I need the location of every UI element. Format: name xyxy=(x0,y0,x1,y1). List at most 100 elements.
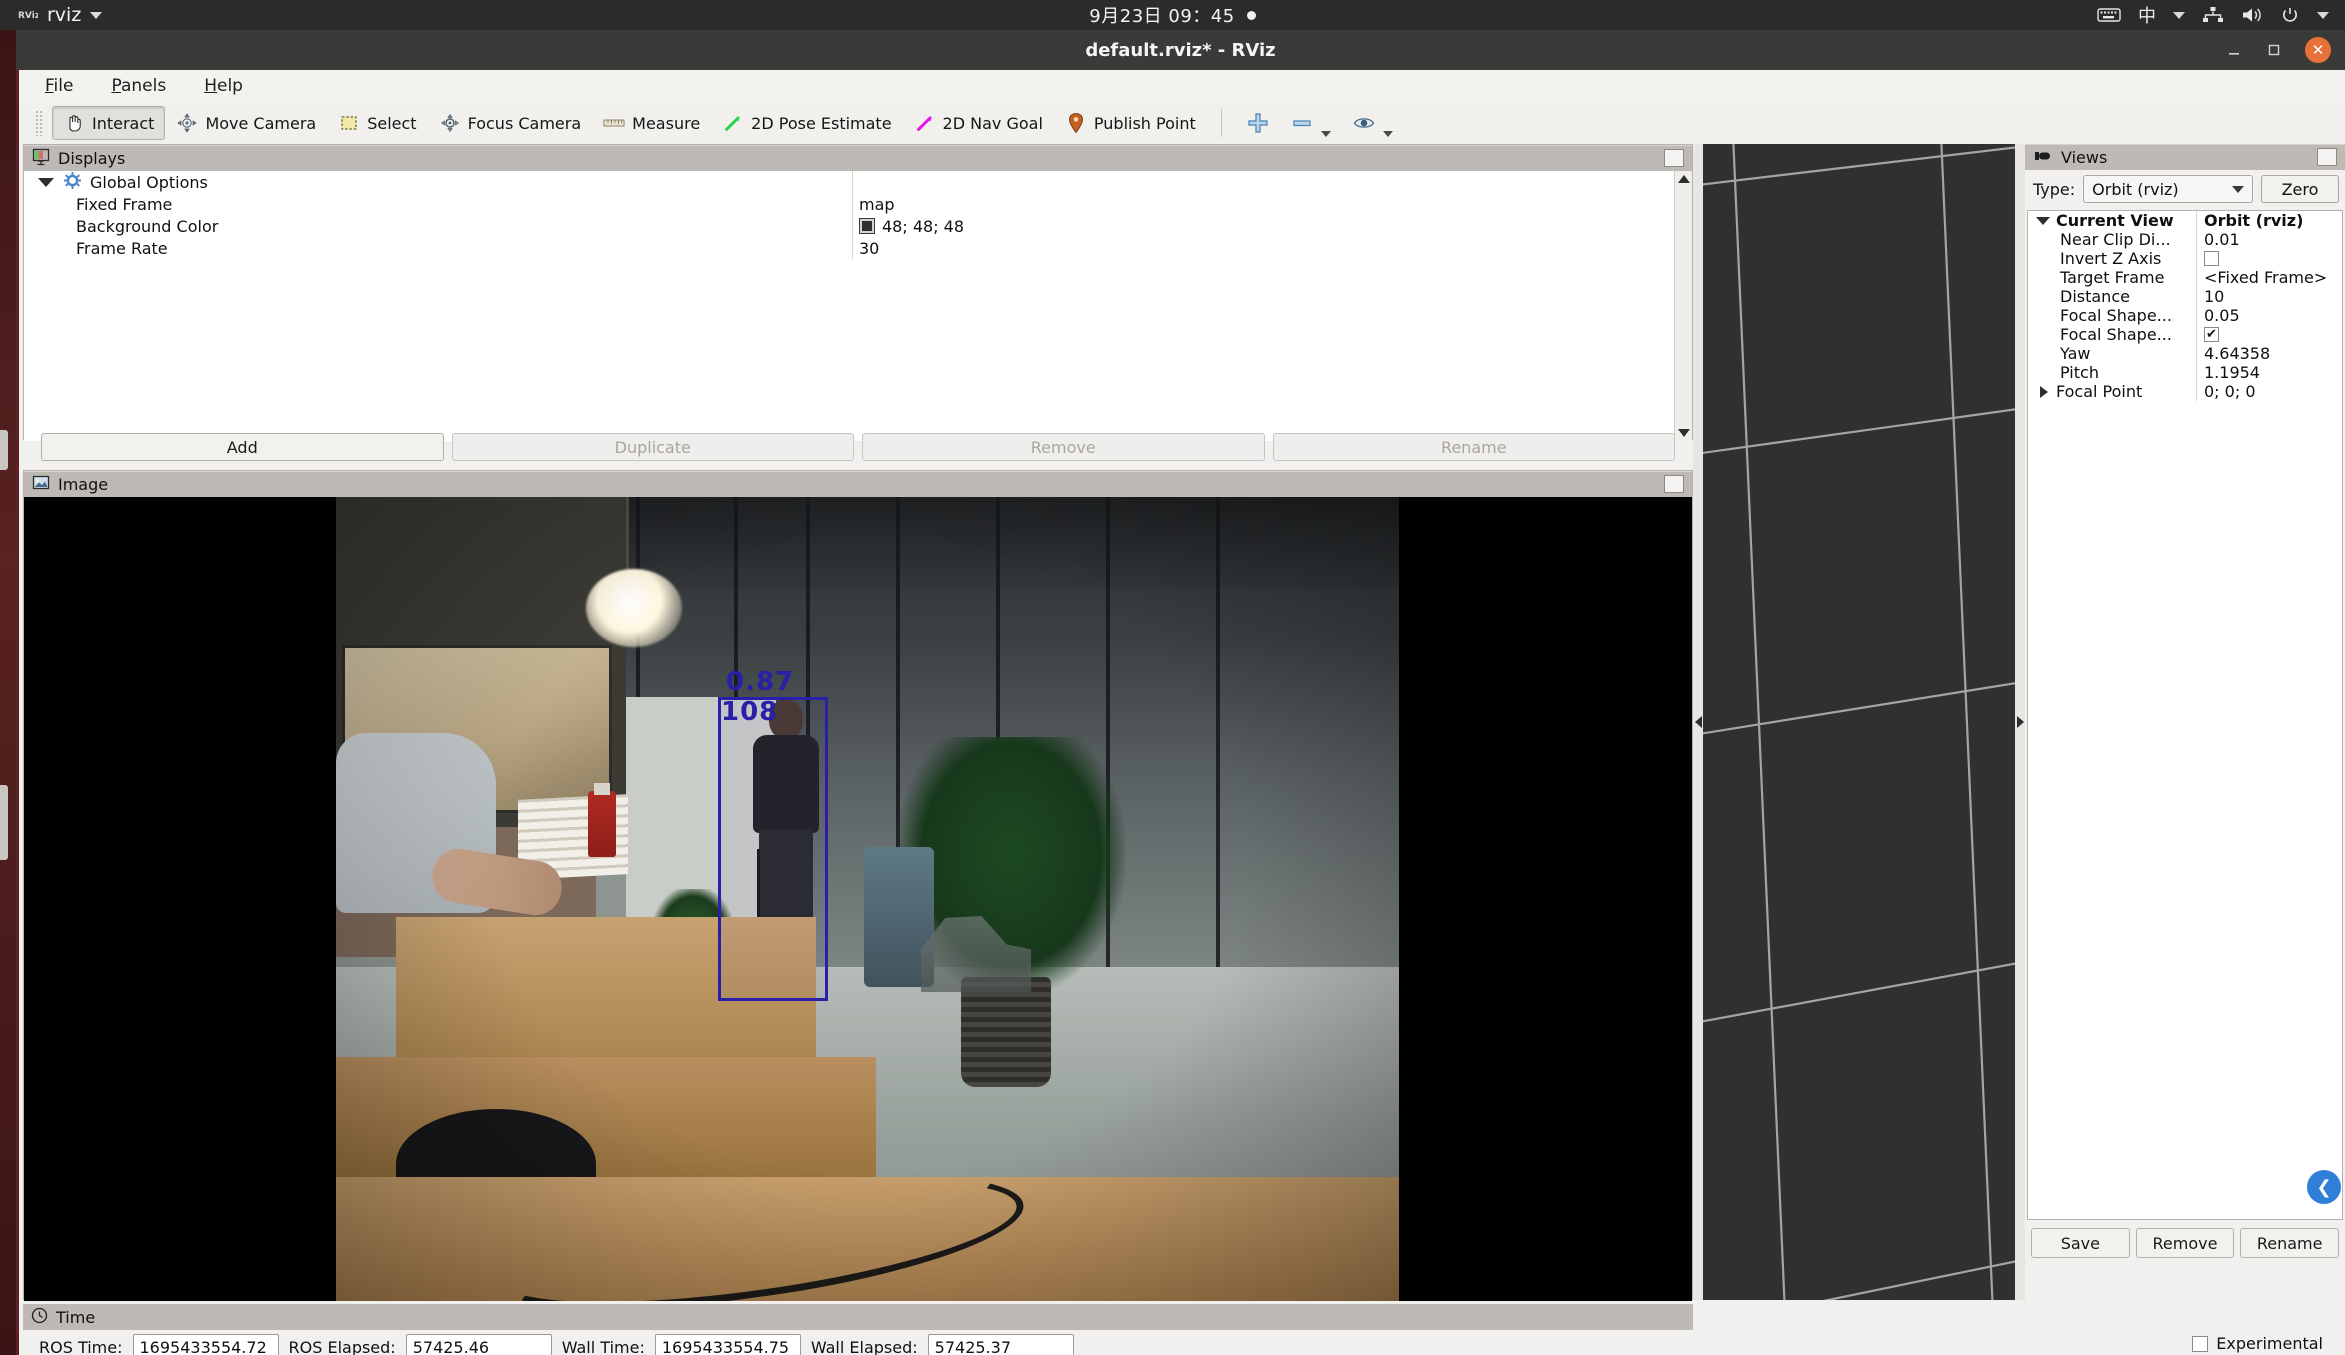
rviz-application-window: rviz-app-icon RViz rviz 9月23日 09：45 中 xyxy=(0,0,2345,1355)
views-row-near-clip-distance[interactable]: Near Clip Di... 0.01 xyxy=(2028,230,2342,249)
tree-row-background-color[interactable]: Background Color 48; 48; 48 xyxy=(24,215,1692,237)
network-icon[interactable] xyxy=(2202,6,2224,24)
chevron-down-icon[interactable] xyxy=(1320,131,1331,137)
toolbar-drag-handle[interactable] xyxy=(35,110,44,136)
experimental-checkbox[interactable] xyxy=(2192,1335,2209,1352)
views-row-yaw[interactable]: Yaw 4.64358 xyxy=(2028,344,2342,363)
expand-triangle-icon[interactable] xyxy=(38,177,54,187)
detection-score-label: 0.87 xyxy=(726,667,795,697)
views-float-button[interactable] xyxy=(2317,148,2337,166)
collapse-right-icon[interactable] xyxy=(2016,716,2024,728)
views-key-yaw: Yaw xyxy=(2060,344,2091,363)
views-row-invert-z-axis[interactable]: Invert Z Axis xyxy=(2028,249,2342,268)
collapse-triangle-icon[interactable] xyxy=(2040,385,2048,398)
tree-value-frame-rate[interactable]: 30 xyxy=(859,239,879,258)
tool-select-label: Select xyxy=(367,113,417,133)
menu-panels[interactable]: Panels xyxy=(107,73,170,99)
views-row-focal-shape-fixed[interactable]: Focal Shape... ✔ xyxy=(2028,325,2342,344)
right-splitter-handle[interactable] xyxy=(2015,144,2025,1300)
rename-display-button[interactable]: Rename xyxy=(1272,433,1675,461)
rename-view-button[interactable]: Rename xyxy=(2240,1228,2340,1258)
views-row-distance[interactable]: Distance 10 xyxy=(2028,287,2342,306)
background-color-swatch[interactable] xyxy=(859,218,875,234)
time-panel: Time ROS Time: 1695433554.72 ROS Elapsed… xyxy=(23,1304,2345,1355)
left-splitter-handle[interactable] xyxy=(1693,144,1703,1300)
views-value-near-clip[interactable]: 0.01 xyxy=(2204,230,2240,249)
tool-2d-nav-goal-label: 2D Nav Goal xyxy=(942,113,1043,133)
view-type-combobox[interactable]: Orbit (rviz) xyxy=(2083,175,2253,203)
dock-handle-lower[interactable] xyxy=(0,785,8,860)
add-display-button[interactable]: Add xyxy=(41,433,444,461)
invert-z-axis-checkbox[interactable] xyxy=(2204,251,2219,266)
volume-icon[interactable] xyxy=(2241,6,2263,24)
tree-row-frame-rate[interactable]: Frame Rate 30 xyxy=(24,237,1692,259)
image-float-button[interactable] xyxy=(1664,475,1684,493)
tree-value-background-color[interactable]: 48; 48; 48 xyxy=(882,217,964,236)
tool-move-camera[interactable]: Move Camera xyxy=(165,106,327,140)
chevron-down-icon[interactable] xyxy=(2317,11,2329,19)
keyboard-icon[interactable] xyxy=(2097,7,2121,23)
tree-row-fixed-frame[interactable]: Fixed Frame map xyxy=(24,193,1692,215)
views-value-yaw[interactable]: 4.64358 xyxy=(2204,344,2270,363)
chevron-down-icon[interactable] xyxy=(90,11,103,19)
chevron-down-icon[interactable] xyxy=(2173,11,2185,19)
menu-file[interactable]: File xyxy=(41,73,77,99)
nav-goal-arrow-icon xyxy=(914,112,936,134)
tree-row-global-options[interactable]: Global Options xyxy=(24,171,1692,193)
save-view-button[interactable]: Save xyxy=(2031,1228,2130,1258)
tool-measure[interactable]: Measure xyxy=(592,106,711,140)
views-row-pitch[interactable]: Pitch 1.1954 xyxy=(2028,363,2342,382)
floating-collapse-button[interactable]: ❮ xyxy=(2307,1170,2341,1204)
system-clock-area: 9月23日 09：45 xyxy=(0,0,2345,30)
views-row-target-frame[interactable]: Target Frame <Fixed Frame> xyxy=(2028,268,2342,287)
wall-elapsed-input[interactable]: 57425.37 xyxy=(927,1334,1074,1355)
minimize-button[interactable] xyxy=(2225,41,2243,59)
views-property-tree: Current View Orbit (rviz) Near Clip Di..… xyxy=(2027,210,2343,1220)
3d-render-view[interactable] xyxy=(1697,144,2015,1300)
visibility-button[interactable] xyxy=(1342,106,1404,140)
maximize-button[interactable] xyxy=(2265,41,2283,59)
chevron-down-icon[interactable] xyxy=(1382,131,1393,137)
remove-display-button[interactable]: Remove xyxy=(862,433,1265,461)
input-method-indicator[interactable]: 中 xyxy=(2138,2,2156,28)
scroll-up-icon[interactable] xyxy=(1677,175,1690,183)
ros-elapsed-input[interactable]: 57425.46 xyxy=(405,1334,552,1355)
views-row-focal-shape-size[interactable]: Focal Shape... 0.05 xyxy=(2028,306,2342,325)
views-value-target-frame[interactable]: <Fixed Frame> xyxy=(2204,268,2327,287)
menu-help[interactable]: Help xyxy=(200,73,247,99)
tool-2d-pose-estimate[interactable]: 2D Pose Estimate xyxy=(711,106,902,140)
add-tool-button[interactable] xyxy=(1236,106,1280,140)
duplicate-display-button[interactable]: Duplicate xyxy=(451,433,854,461)
close-button[interactable]: ✕ xyxy=(2305,37,2331,63)
tree-label-frame-rate: Frame Rate xyxy=(76,238,168,258)
views-value-distance[interactable]: 10 xyxy=(2204,287,2224,306)
zero-button[interactable]: Zero xyxy=(2261,175,2339,203)
dock-handle-upper[interactable] xyxy=(0,430,8,470)
displays-float-button[interactable] xyxy=(1664,149,1684,167)
wall-time-input[interactable]: 1695433554.75 xyxy=(654,1334,801,1355)
remove-view-button[interactable]: Remove xyxy=(2135,1228,2235,1258)
remove-tool-button[interactable] xyxy=(1280,106,1342,140)
expand-triangle-icon[interactable] xyxy=(2036,216,2050,225)
tree-value-fixed-frame[interactable]: map xyxy=(859,195,895,214)
camera-image-view[interactable]: 0.87 108 xyxy=(24,497,1692,1301)
views-value-pitch[interactable]: 1.1954 xyxy=(2204,363,2260,382)
tool-select[interactable]: Select xyxy=(327,106,427,140)
views-row-focal-point[interactable]: Focal Point 0; 0; 0 xyxy=(2028,382,2342,401)
tool-interact[interactable]: Interact xyxy=(52,106,166,140)
views-row-current-view[interactable]: Current View Orbit (rviz) xyxy=(2028,211,2342,230)
image-icon xyxy=(32,474,50,496)
views-value-focal-point[interactable]: 0; 0; 0 xyxy=(2204,382,2256,401)
views-value-focal-shape-size[interactable]: 0.05 xyxy=(2204,306,2240,325)
experimental-toggle[interactable]: Experimental xyxy=(2192,1334,2323,1353)
displays-scrollbar[interactable] xyxy=(1674,171,1692,441)
tool-publish-point[interactable]: Publish Point xyxy=(1054,106,1207,140)
ros-time-input[interactable]: 1695433554.72 xyxy=(132,1334,279,1355)
system-app-menu[interactable]: rviz-app-icon RViz rviz xyxy=(0,4,103,26)
system-clock[interactable]: 9月23日 09：45 xyxy=(1089,2,1234,28)
focal-shape-fixed-checkbox[interactable]: ✔ xyxy=(2204,327,2219,342)
collapse-left-icon[interactable] xyxy=(1694,716,1702,728)
tool-2d-nav-goal[interactable]: 2D Nav Goal xyxy=(903,106,1054,140)
tool-focus-camera[interactable]: Focus Camera xyxy=(428,106,593,140)
power-icon[interactable] xyxy=(2280,6,2300,24)
